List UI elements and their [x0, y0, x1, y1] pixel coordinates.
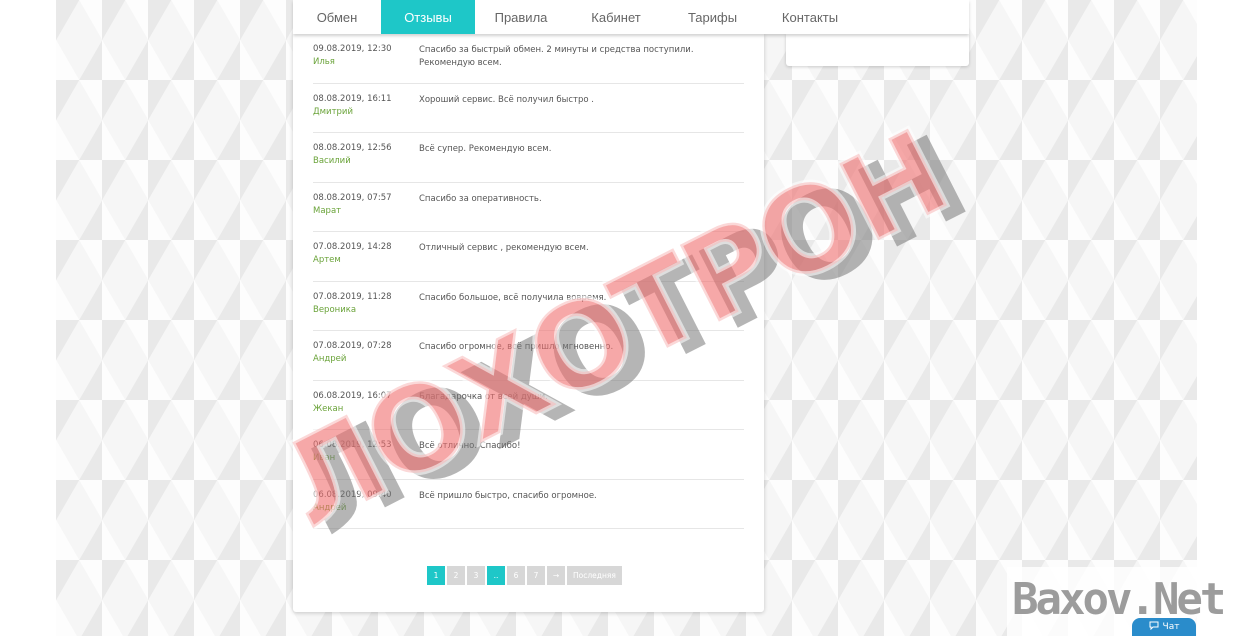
page-3-button[interactable]: 3: [467, 566, 485, 585]
review-date: 06.08.2019, 12:53: [313, 440, 392, 450]
reviews-list: 09.08.2019, 12:30 Илья Спасибо за быстры…: [313, 34, 744, 529]
top-nav: Обмен Отзывы Правила Кабинет Тарифы Конт…: [293, 0, 969, 34]
review-date: 07.08.2019, 14:28: [313, 242, 392, 252]
review-author: Василий: [313, 156, 351, 166]
review-text: Отличный сервис , рекомендую всем.: [419, 243, 589, 253]
review-text: Всё супер. Рекомендую всем.: [419, 144, 552, 154]
review-date: 07.08.2019, 11:28: [313, 291, 392, 302]
review-author: Андрей: [313, 502, 347, 513]
review-date: 08.08.2019, 12:56: [313, 143, 392, 153]
chat-button[interactable]: Чат: [1132, 618, 1196, 636]
review-row: 07.08.2019, 11:28 Вероника Спасибо больш…: [313, 282, 744, 331]
review-author: Марат: [313, 205, 342, 216]
review-text: Спасибо за оперативность.: [419, 193, 542, 204]
review-text: Спасибо за быстрый обмен. 2 минуты и сре…: [419, 45, 694, 68]
review-author: Илья: [313, 57, 335, 67]
page-2-button[interactable]: 2: [447, 566, 465, 585]
tab-cabinet[interactable]: Кабинет: [567, 0, 665, 34]
review-date: 08.08.2019, 16:11: [313, 93, 392, 104]
tab-reviews[interactable]: Отзывы: [381, 0, 475, 34]
tab-contacts[interactable]: Контакты: [760, 0, 860, 34]
review-date: 08.08.2019, 07:57: [313, 192, 392, 203]
review-row: 07.08.2019, 07:28 Андрей Спасибо огромно…: [313, 331, 744, 381]
tab-rules[interactable]: Правила: [475, 0, 567, 34]
chat-bubble-icon: [1149, 621, 1159, 633]
review-row: 08.08.2019, 16:11 Дмитрий Хороший сервис…: [313, 84, 744, 133]
review-text: Хороший сервис. Всё получил быстро .: [419, 94, 594, 105]
review-row: 07.08.2019, 14:28 Артем Отличный сервис …: [313, 232, 744, 282]
review-date: 07.08.2019, 07:28: [313, 341, 392, 351]
review-author: Артем: [313, 255, 341, 265]
review-author: Жекан: [313, 403, 344, 414]
next-page-arrow-icon[interactable]: →: [547, 566, 565, 585]
review-row: 09.08.2019, 12:30 Илья Спасибо за быстры…: [313, 34, 744, 84]
review-text: Всё пришло быстро, спасибо огромное.: [419, 490, 597, 501]
review-author: Дмитрий: [313, 106, 353, 117]
review-date: 09.08.2019, 12:30: [313, 44, 392, 54]
review-text: Всё отлично. Спасибо!: [419, 441, 521, 451]
page-7-button[interactable]: 7: [527, 566, 545, 585]
review-row: 08.08.2019, 07:57 Марат Спасибо за опера…: [313, 183, 744, 232]
review-row: 06.08.2019, 12:53 Иван Всё отлично. Спас…: [313, 430, 744, 480]
review-author: Вероника: [313, 304, 357, 315]
review-text: Спасибо большое, всё получила вовремя.: [419, 292, 607, 303]
reviews-panel: 09.08.2019, 12:30 Илья Спасибо за быстры…: [293, 34, 764, 612]
review-author: Андрей: [313, 354, 347, 364]
side-panel: [786, 34, 969, 66]
site-watermark: Baxov.Net: [1012, 574, 1226, 625]
review-text: Благадарочка от всей души.: [419, 391, 548, 402]
page-6-button[interactable]: 6: [507, 566, 525, 585]
page-1-button[interactable]: 1: [427, 566, 445, 585]
review-text: Спасибо огромное, всё пришло мгновенно.: [419, 342, 614, 352]
review-author: Иван: [313, 453, 336, 463]
review-row: 08.08.2019, 12:56 Василий Всё супер. Рек…: [313, 133, 744, 183]
review-date: 06.08.2019, 09:40: [313, 489, 392, 500]
last-page-button[interactable]: Последняя: [567, 566, 622, 585]
tab-tariffs[interactable]: Тарифы: [665, 0, 760, 34]
review-row: 06.08.2019, 16:07 Жекан Благадарочка от …: [313, 381, 744, 430]
page-ellipsis-button[interactable]: ..: [487, 566, 505, 585]
review-date: 06.08.2019, 16:07: [313, 390, 392, 401]
chat-label: Чат: [1162, 622, 1180, 632]
tab-exchange[interactable]: Обмен: [293, 0, 381, 34]
pagination: 1 2 3 .. 6 7 → Последняя: [427, 566, 622, 585]
review-row: 06.08.2019, 09:40 Андрей Всё пришло быст…: [313, 480, 744, 529]
